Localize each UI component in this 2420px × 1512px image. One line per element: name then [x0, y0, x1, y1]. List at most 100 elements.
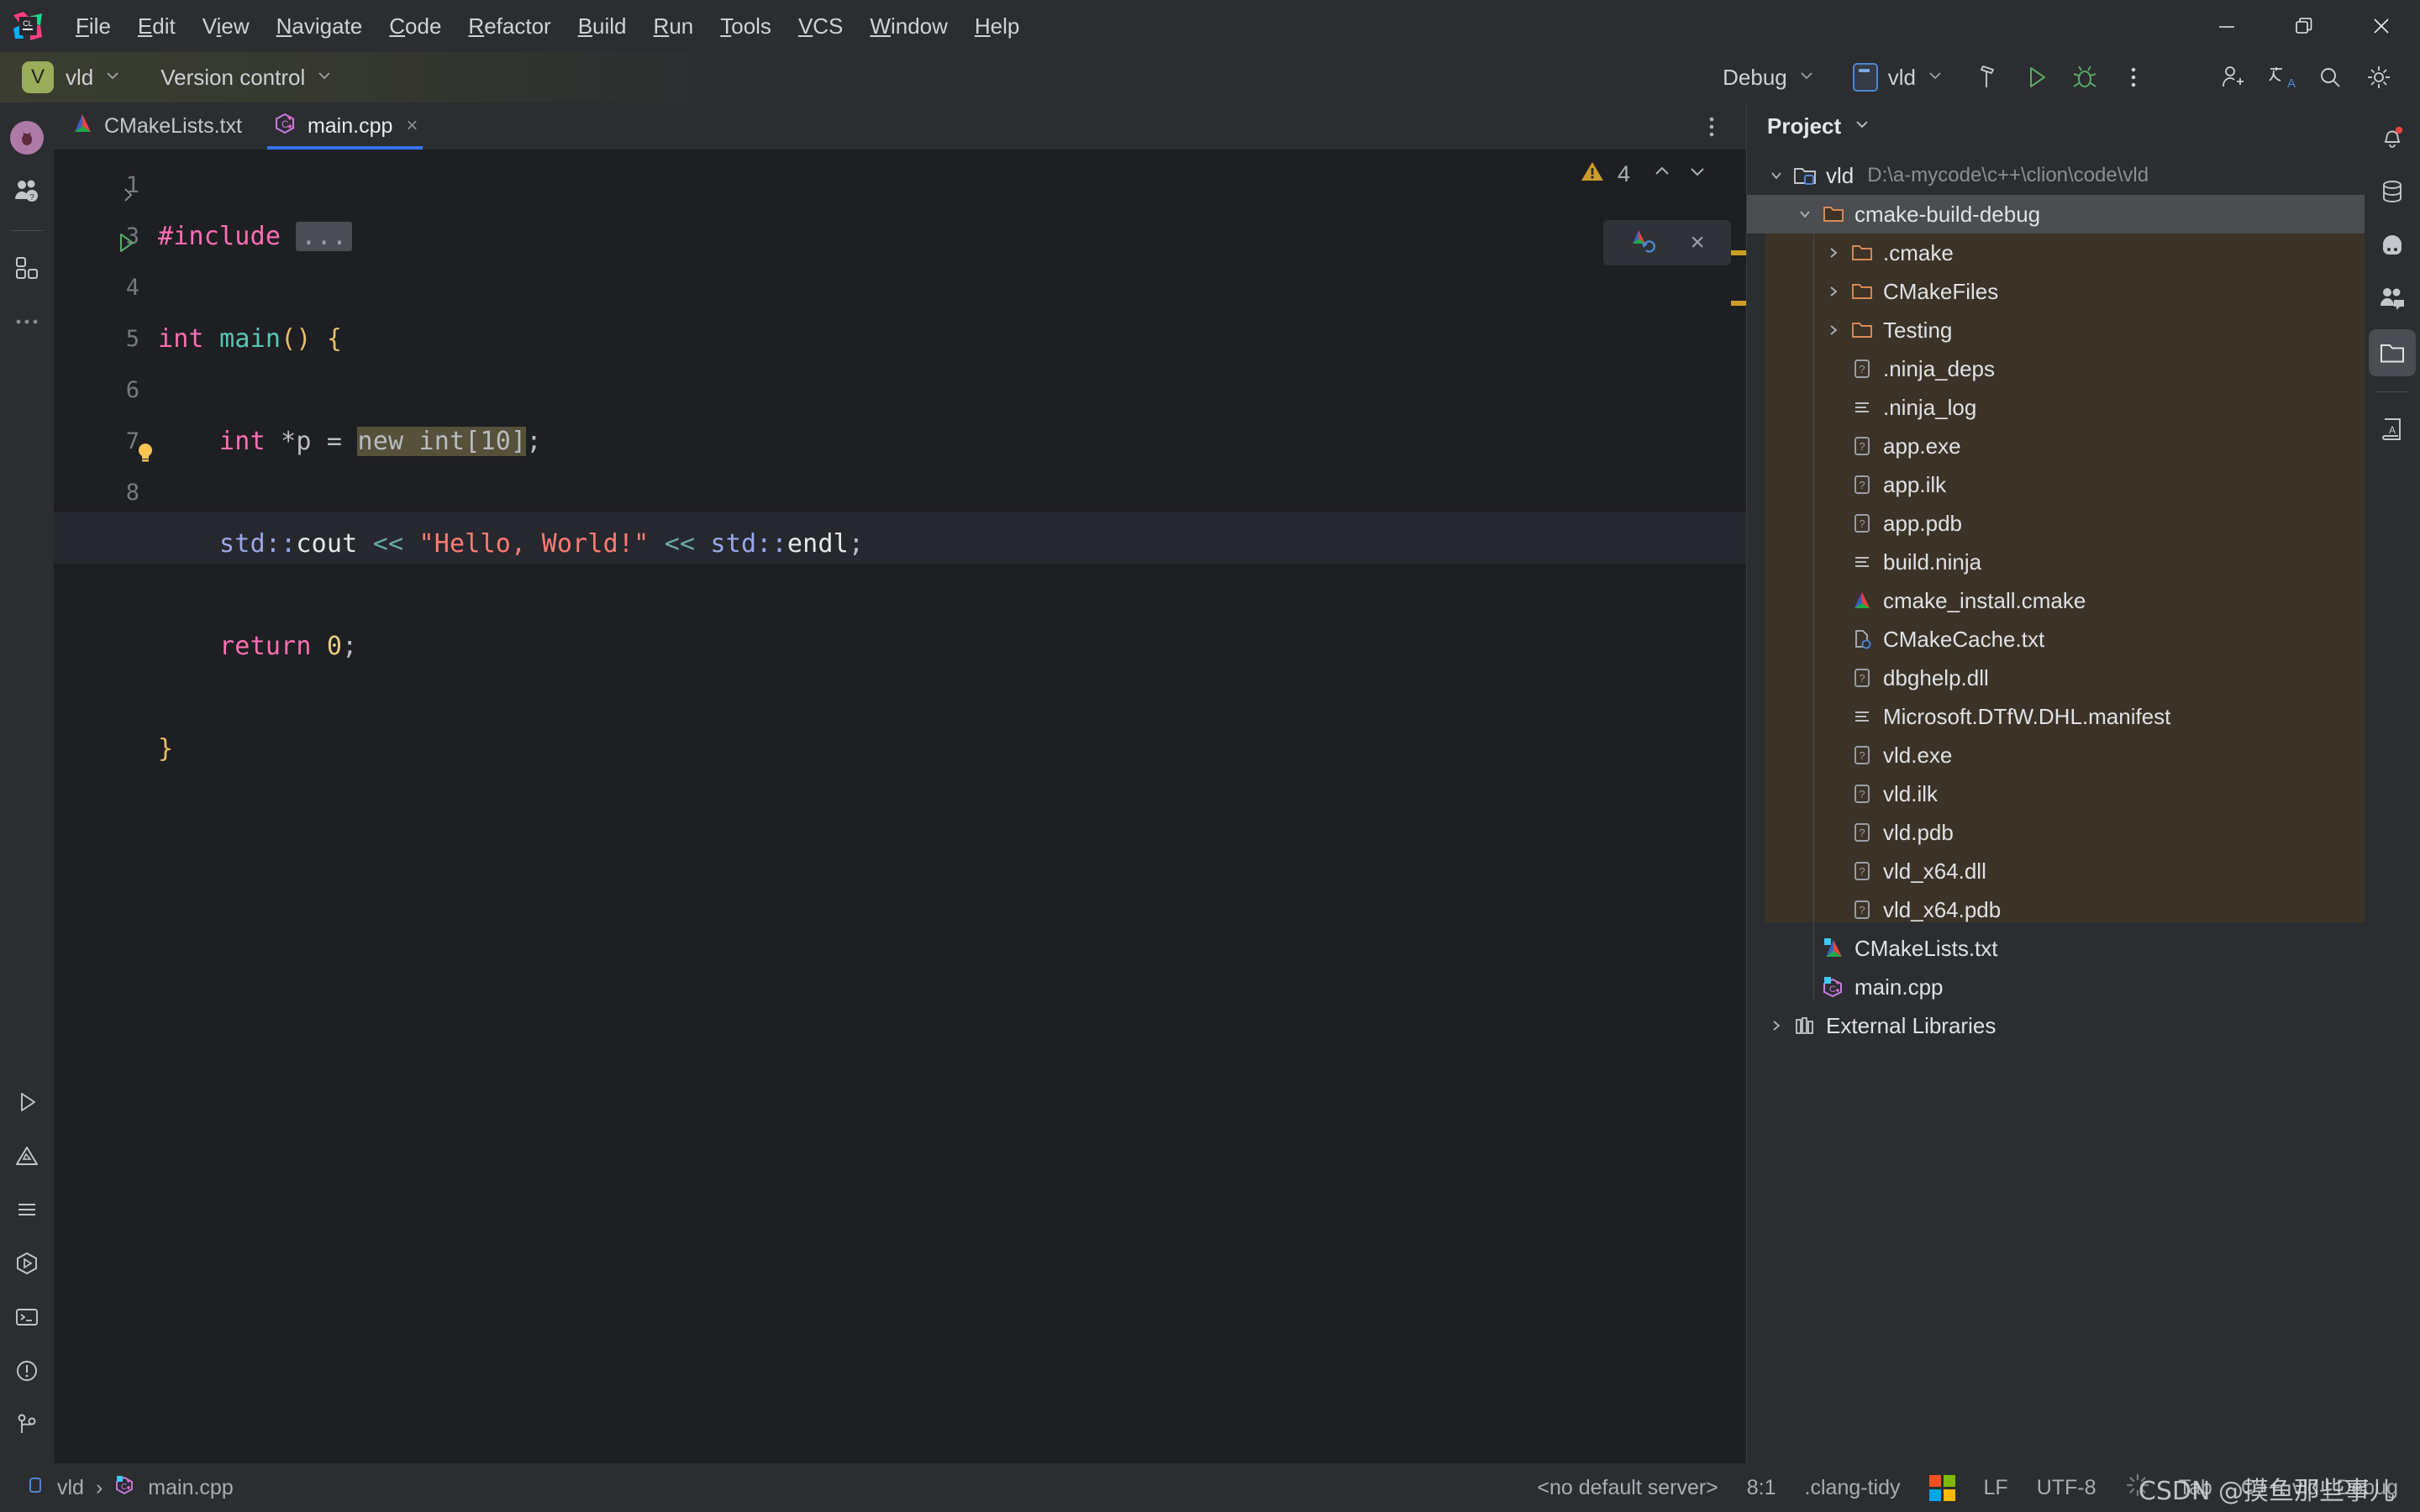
ai-face-icon[interactable] [2369, 222, 2416, 269]
menu-item-help[interactable]: Help [961, 9, 1033, 44]
tree-row-ninja-deps[interactable]: ? .ninja_deps [1747, 349, 2365, 388]
tree-row-app-exe[interactable]: ? app.exe [1747, 427, 2365, 465]
debug-target-selector[interactable]: vld [1852, 63, 1944, 92]
tab-close-icon[interactable]: × [406, 114, 418, 138]
restore-icon[interactable] [2265, 0, 2343, 52]
chevron-right-icon[interactable] [1819, 244, 1848, 261]
chevron-up-icon[interactable] [1650, 160, 1674, 189]
menu-item-code[interactable]: Code [376, 9, 455, 44]
menu-item-vcs[interactable]: VCS [785, 9, 856, 44]
menu-item-view[interactable]: View [189, 9, 263, 44]
error-stripe-marker[interactable] [1731, 250, 1746, 255]
run-triangle-icon[interactable] [3, 1079, 50, 1126]
people-question-icon[interactable]: ? [3, 168, 50, 215]
tree-row-build-ninja[interactable]: build.ninja [1747, 543, 2365, 581]
lines-icon[interactable] [3, 1186, 50, 1233]
tree-row-cmake-install[interactable]: cmake_install.cmake [1747, 581, 2365, 620]
tree-row-testing[interactable]: Testing [1747, 311, 2365, 349]
book-a-icon[interactable]: A [2369, 406, 2416, 453]
blocks-icon[interactable] [3, 244, 50, 291]
run-config-selector[interactable]: Debug [1723, 65, 1816, 91]
tree-row-vld-pdb[interactable]: ? vld.pdb [1747, 813, 2365, 852]
debug-icon[interactable] [2060, 53, 2109, 102]
project-tree[interactable]: vld D:\a-mycode\c++\clion\code\vld cmake… [1747, 150, 2365, 1463]
line-number-gutter[interactable]: 1 3 4 5 6 7 8 [54, 160, 152, 979]
menu-item-file[interactable]: File [62, 9, 124, 44]
chevron-down-icon[interactable] [1686, 160, 1709, 189]
menu-item-navigate[interactable]: Navigate [263, 9, 376, 44]
menu-item-edit[interactable]: Edit [124, 9, 189, 44]
git-branch-icon[interactable] [3, 1401, 50, 1448]
run-icon[interactable] [2012, 53, 2060, 102]
close-icon[interactable] [2343, 0, 2420, 52]
chevron-right-icon[interactable] [1762, 1017, 1791, 1034]
language-server-status[interactable]: <no default server> [1537, 1476, 1718, 1500]
tree-row-vld-x64-dll[interactable]: ? vld_x64.dll [1747, 852, 2365, 890]
chevron-right-icon[interactable] [1819, 322, 1848, 339]
project-widget[interactable]: V vld [22, 61, 122, 93]
hammer-icon[interactable] [1963, 53, 2012, 102]
file-encoding[interactable]: UTF-8 [2037, 1476, 2096, 1500]
hint-close-icon[interactable]: × [1690, 228, 1705, 257]
warning-triangle-outline-icon[interactable] [3, 1132, 50, 1179]
token-fold-placeholder[interactable]: ... [296, 222, 353, 251]
kebab-menu-icon[interactable] [2109, 53, 2158, 102]
tree-row-dtfw-manifest[interactable]: Microsoft.DTfW.DHL.manifest [1747, 697, 2365, 736]
tree-row-vld-x64-pdb[interactable]: ? vld_x64.pdb [1747, 890, 2365, 929]
exclamation-circle-icon[interactable] [3, 1347, 50, 1394]
breadcrumb-module[interactable]: vld [57, 1476, 84, 1500]
tree-row-main-cpp[interactable]: C main.cpp [1747, 968, 2365, 1006]
vcs-widget[interactable]: Version control [160, 65, 334, 91]
search-icon[interactable] [2306, 53, 2354, 102]
hexagon-run-icon[interactable] [3, 1240, 50, 1287]
code-editor[interactable]: 1 3 4 5 6 7 8 #include ... int main() {… [54, 150, 1746, 1463]
menu-item-build[interactable]: Build [565, 9, 640, 44]
tree-row-cmake-build-debug[interactable]: cmake-build-debug [1747, 195, 2365, 234]
gear-icon[interactable] [2354, 53, 2403, 102]
intention-bulb-icon[interactable] [134, 432, 156, 483]
tree-row-external-libraries[interactable]: External Libraries [1747, 1006, 2365, 1045]
menu-item-tools[interactable]: Tools [707, 9, 785, 44]
tab-cmakelists[interactable]: CMakeLists.txt [54, 102, 257, 150]
database-icon[interactable] [2369, 168, 2416, 215]
tree-row-cmakelists[interactable]: CMakeLists.txt [1747, 929, 2365, 968]
cmake-reload-icon[interactable] [1629, 227, 1658, 260]
source-code[interactable]: #include ... int main() { int *p = new i… [148, 160, 1746, 979]
chevron-down-icon[interactable] [1853, 115, 1871, 138]
tree-row-cmakecache[interactable]: CMakeCache.txt [1747, 620, 2365, 659]
minimize-icon[interactable] [2188, 0, 2265, 52]
menu-item-window[interactable]: Window [856, 9, 960, 44]
menu-item-run[interactable]: Run [640, 9, 708, 44]
tree-row-app-ilk[interactable]: ? app.ilk [1747, 465, 2365, 504]
terminal-icon[interactable] [3, 1294, 50, 1341]
tree-row-root[interactable]: vld D:\a-mycode\c++\clion\code\vld [1747, 156, 2365, 195]
breadcrumb-file[interactable]: main.cpp [148, 1476, 233, 1500]
line-separator[interactable]: LF [1984, 1476, 2008, 1500]
caret-position[interactable]: 8:1 [1747, 1476, 1776, 1500]
project-panel-header[interactable]: Project [1747, 102, 2365, 150]
chat-people-icon[interactable] [2369, 276, 2416, 323]
tree-row-vld-exe[interactable]: ? vld.exe [1747, 736, 2365, 774]
tree-row-vld-ilk[interactable]: ? vld.ilk [1747, 774, 2365, 813]
menu-item-refactor[interactable]: Refactor [455, 9, 564, 44]
tree-row-dbghelp-dll[interactable]: ? dbghelp.dll [1747, 659, 2365, 697]
add-user-icon[interactable] [2208, 53, 2257, 102]
chevron-down-icon[interactable] [1762, 167, 1791, 184]
inspection-profile[interactable]: .clang-tidy [1805, 1476, 1901, 1500]
project-avatar-icon[interactable] [3, 114, 50, 161]
inspection-widget[interactable]: 4 [1579, 158, 1709, 191]
chevron-down-icon[interactable] [1791, 206, 1819, 223]
translate-icon[interactable]: A [2257, 53, 2306, 102]
tab-main-cpp[interactable]: C main.cpp × [257, 102, 433, 150]
folder-icon[interactable] [2369, 329, 2416, 376]
editor-options-kebab-icon[interactable] [1699, 114, 1724, 144]
tree-row-cmakefiles[interactable]: CMakeFiles [1747, 272, 2365, 311]
tree-row-cmake[interactable]: .cmake [1747, 234, 2365, 272]
error-stripe-marker[interactable] [1731, 301, 1746, 306]
tree-row-app-pdb[interactable]: ? app.pdb [1747, 504, 2365, 543]
bell-icon[interactable] [2369, 114, 2416, 161]
run-gutter-icon[interactable] [114, 222, 138, 273]
chevron-right-icon[interactable] [1819, 283, 1848, 300]
ellipsis-icon[interactable] [3, 298, 50, 345]
fold-collapsed-icon[interactable] [119, 171, 138, 223]
